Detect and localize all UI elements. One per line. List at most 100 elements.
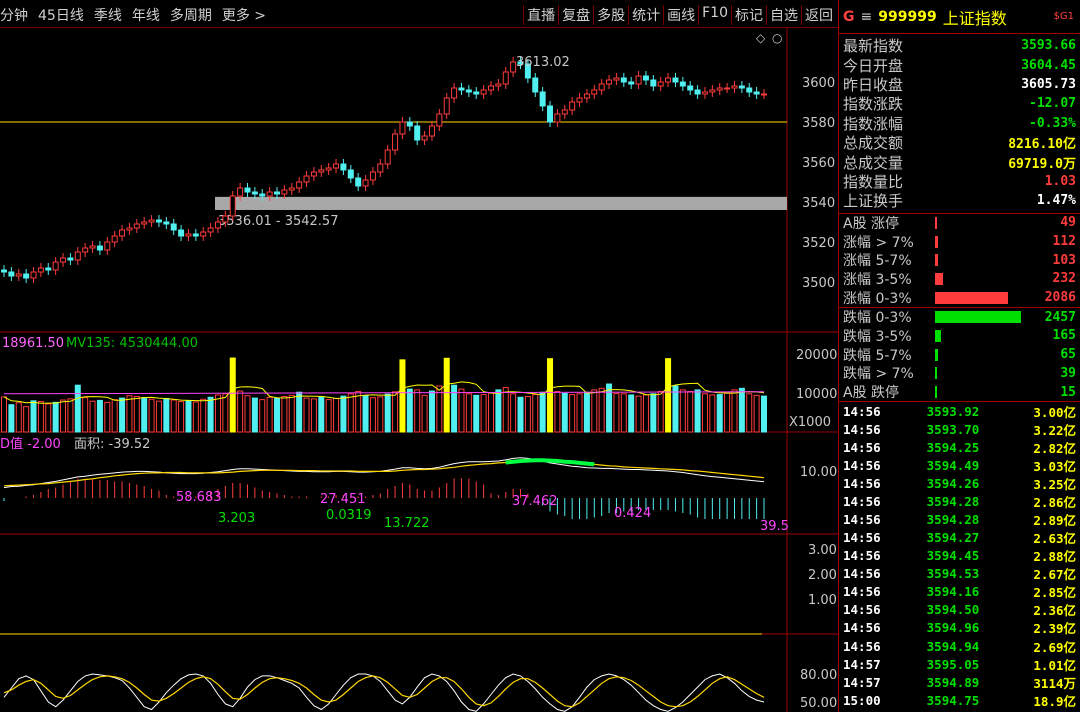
tick-volume: 18.9亿 <box>1033 693 1076 709</box>
volume-bar <box>539 391 546 433</box>
period-tab[interactable]: 45日线 <box>38 5 84 25</box>
breadth-count: 39 <box>1060 365 1076 381</box>
diff-line <box>3 457 765 489</box>
tool-button[interactable]: 统计 <box>628 5 663 25</box>
tick-price: 3594.53 <box>926 566 980 582</box>
indicator3-tick: 80.00 <box>800 668 837 683</box>
candle-body <box>510 61 517 73</box>
volume-bar <box>244 395 251 433</box>
chart-toolbar: 分钟 45日线 季线 年线 多周期 更多 > 直播 复盘 多股 统计 画线 F10 标记 自选 返回 <box>0 0 838 28</box>
menu-icon[interactable]: ≡ <box>861 9 873 25</box>
candle-body <box>303 175 310 183</box>
breadth-row: 跌幅 0-3% 2457 <box>839 308 1080 327</box>
period-tab[interactable]: 分钟 <box>0 5 28 25</box>
volume-bar <box>148 398 155 433</box>
price-tick: 3500 <box>802 276 835 291</box>
period-tab[interactable]: 更多 > <box>222 5 266 25</box>
candle-body <box>89 245 96 249</box>
breadth-bar <box>935 386 937 399</box>
period-tab[interactable]: 年线 <box>132 5 160 25</box>
candle-body <box>133 223 140 229</box>
volume-bar <box>591 389 598 433</box>
candle-body <box>369 171 376 181</box>
volume-bar <box>613 392 620 433</box>
price-tick: 3560 <box>802 156 835 171</box>
tick-row: 14:57 3594.89 3114万 <box>839 673 1080 691</box>
price-zone[interactable] <box>215 196 787 210</box>
volume-bar <box>104 401 111 433</box>
quote-value: 3593.66 <box>1021 38 1076 54</box>
candle-body <box>598 83 605 91</box>
candle-body <box>738 85 745 89</box>
candle-body <box>377 163 384 173</box>
volume-bar <box>185 400 192 433</box>
quote-value: 3604.45 <box>1021 57 1076 73</box>
breadth-count: 49 <box>1060 215 1076 231</box>
candle-body <box>310 171 317 177</box>
tick-time: 14:56 <box>843 512 881 528</box>
volume-bar <box>229 357 236 433</box>
tick-price: 3594.25 <box>926 440 980 455</box>
tick-volume: 3.00亿 <box>1033 404 1076 420</box>
breadth-count: 112 <box>1052 234 1076 250</box>
quote-row: 最新指数 3593.66 <box>839 36 1080 55</box>
tool-button[interactable]: 直播 <box>523 5 558 25</box>
candle-body <box>281 189 288 195</box>
tool-button[interactable]: F10 <box>698 5 731 25</box>
period-tabs: 分钟 45日线 季线 年线 多周期 更多 > <box>0 5 266 25</box>
candle-body <box>30 271 37 279</box>
volume-bar <box>635 395 642 433</box>
volume-bar <box>192 401 199 433</box>
quote-label: 指数量比 <box>843 172 904 191</box>
tick-list: 14:56 3593.92 3.00亿 14:56 3593.70 3.22亿 14:56 3… <box>839 402 1080 709</box>
candle-body <box>583 93 590 99</box>
candle-body <box>628 81 635 85</box>
volume-bar <box>325 399 332 433</box>
quote-label: 今日开盘 <box>843 56 904 75</box>
tool-button[interactable]: 多股 <box>593 5 628 25</box>
symbol-header: G ≡ 999999 上证指数 $G1 <box>839 0 1080 34</box>
candle-body <box>45 267 52 271</box>
volume-bar <box>237 390 244 433</box>
tool-button[interactable]: 标记 <box>731 5 766 25</box>
volume-bar <box>650 393 657 433</box>
indicator2-tick: 3.00 <box>808 543 837 558</box>
volume-bar <box>296 391 303 433</box>
volume-ma135-line <box>3 391 765 395</box>
indicator-header-b: 面积: -39.52 <box>74 437 150 452</box>
candle-body <box>539 91 546 107</box>
close-icon[interactable]: ○ <box>772 31 782 45</box>
volume-bar <box>679 389 686 433</box>
period-tab[interactable]: 多周期 <box>170 5 212 25</box>
tool-button[interactable]: 自选 <box>766 5 801 25</box>
tool-button[interactable]: 返回 <box>801 5 836 25</box>
candle-body <box>687 85 694 91</box>
candle-body <box>709 89 716 93</box>
quote-row: 指数涨跌 -12.07 <box>839 94 1080 113</box>
candle-body <box>657 81 664 87</box>
volume-bar <box>377 396 384 433</box>
volume-bar <box>746 393 753 433</box>
quote-label: 指数涨跌 <box>843 95 904 114</box>
candle-body <box>576 97 583 103</box>
volume-bar <box>598 387 605 433</box>
tick-volume: 2.89亿 <box>1033 513 1076 529</box>
candle-body <box>495 83 502 87</box>
tool-button[interactable]: 复盘 <box>558 5 593 25</box>
period-tab[interactable]: 季线 <box>94 5 122 25</box>
annotation-label: 39.5 <box>760 519 789 534</box>
tick-row: 14:56 3594.27 2.63亿 <box>839 529 1080 547</box>
volume-bar <box>288 394 295 433</box>
candle-body <box>52 261 59 271</box>
tick-volume: 3114万 <box>1033 675 1076 691</box>
tick-time: 14:56 <box>843 403 881 419</box>
kline-chart[interactable]: 3500 3520 3540 3560 3580 3600 10000 20000 10.0… <box>0 28 838 712</box>
tool-button[interactable]: 画线 <box>663 5 698 25</box>
candle-body <box>318 169 325 173</box>
volume-bar <box>310 398 317 433</box>
breadth-row: 跌幅 > 7% 39 <box>839 364 1080 383</box>
tick-time: 14:57 <box>843 674 881 690</box>
volume-bar <box>628 394 635 433</box>
candle-body <box>192 233 199 237</box>
candle-body <box>701 91 708 95</box>
